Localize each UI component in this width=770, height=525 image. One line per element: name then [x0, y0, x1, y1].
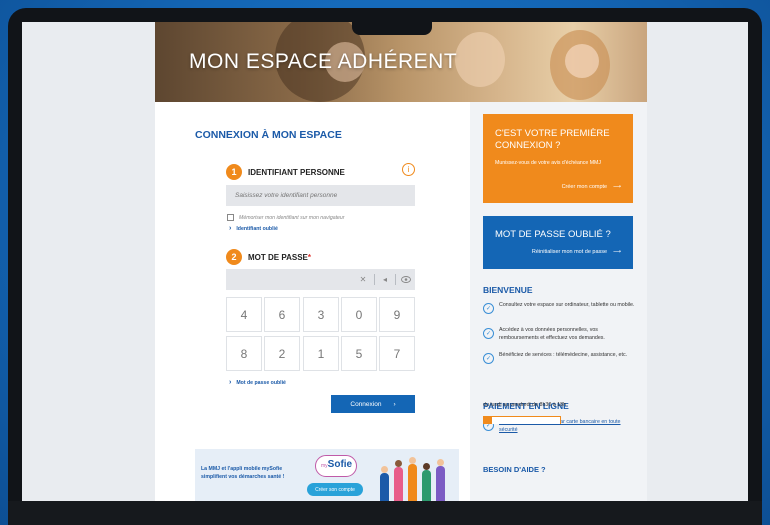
- step-1-badge: 1: [226, 164, 242, 180]
- forgot-id-link[interactable]: › Identifiant oublié: [229, 225, 278, 232]
- mysofie-promo-banner: La MMJ et l'appli mobile mySofie simplif…: [195, 449, 459, 501]
- arrow-right-icon: ⟶: [613, 249, 621, 255]
- first-login-card[interactable]: C'EST VOTRE PREMIÈRE CONNEXION ? Munisse…: [483, 114, 633, 203]
- hero-photo-shape: [455, 32, 505, 87]
- keypad-key[interactable]: 7: [379, 336, 415, 371]
- help-contact-tab[interactable]: [483, 416, 561, 424]
- reset-password-label: Réinitialiser mon mot de passe: [531, 249, 608, 255]
- illustration-person-head: [423, 463, 430, 470]
- eye-icon[interactable]: [396, 269, 416, 290]
- info-icon[interactable]: i: [402, 163, 415, 176]
- first-login-title: C'EST VOTRE PREMIÈRE CONNEXION ?: [495, 128, 610, 151]
- create-account-button[interactable]: Créer son compte: [307, 483, 363, 496]
- keypad-key[interactable]: 2: [264, 336, 300, 371]
- welcome-title: BIENVENUE: [483, 285, 533, 295]
- mysofie-logo: mySofie: [321, 459, 352, 470]
- keypad-key[interactable]: 0: [341, 297, 377, 332]
- forgot-id-link-label: Identifiant oublié: [236, 225, 278, 232]
- first-login-subtitle: Munissez-vous de votre avis d'échéance M…: [495, 160, 601, 166]
- login-button-label: Connexion: [350, 400, 382, 408]
- keypad-key[interactable]: 1: [303, 336, 339, 371]
- check-circle-icon: ✓: [483, 328, 494, 339]
- password-field[interactable]: ✕ ◂: [226, 269, 415, 290]
- reset-password-link[interactable]: Réinitialiser mon mot de passe ⟶: [532, 249, 621, 255]
- password-label: MOT DE PASSE*: [248, 253, 311, 262]
- check-circle-icon: ✓: [483, 353, 494, 364]
- illustration-person: [408, 464, 417, 501]
- promo-text: La MMJ et l'appli mobile mySofie simplif…: [201, 466, 285, 480]
- identifier-label: IDENTIFIANT PERSONNE: [248, 168, 345, 177]
- welcome-item: ✓ Consultez votre espace sur ordinateur,…: [483, 302, 635, 314]
- illustration-person: [422, 470, 431, 501]
- password-forgotten-card[interactable]: MOT DE PASSE OUBLIÉ ? Réinitialiser mon …: [483, 216, 633, 269]
- check-circle-icon: ✓: [483, 303, 494, 314]
- page-title: MON ESPACE ADHÉRENT: [189, 50, 458, 73]
- password-label-text: MOT DE PASSE: [248, 253, 308, 262]
- arrow-right-icon: ⟶: [613, 184, 621, 190]
- help-hours: du lundi au vendredi de 8h30 à 18h: [483, 402, 567, 408]
- sidebar: C'EST VOTRE PREMIÈRE CONNEXION ? Munisse…: [470, 102, 647, 501]
- remember-checkbox[interactable]: [227, 214, 234, 221]
- laptop-screen: MON ESPACE ADHÉRENT CONNEXION À MON ESPA…: [22, 22, 748, 501]
- logo-name: Sofie: [327, 459, 353, 470]
- welcome-item: ✓ Bénéficiez de services : télémédecine,…: [483, 352, 635, 364]
- help-title: BESOIN D'AIDE ?: [483, 465, 546, 474]
- create-my-account-label: Créer mon compte: [561, 184, 608, 190]
- clear-icon[interactable]: ✕: [353, 269, 373, 290]
- logo-prefix: my: [321, 463, 328, 469]
- keypad-key[interactable]: 4: [226, 297, 262, 332]
- backspace-icon[interactable]: ◂: [375, 269, 395, 290]
- chevron-right-icon: ›: [229, 379, 232, 386]
- keypad-key[interactable]: 9: [379, 297, 415, 332]
- chevron-right-icon: ›: [393, 400, 396, 408]
- keypad-key[interactable]: 3: [303, 297, 339, 332]
- welcome-item-text: Bénéficiez de services : télémédecine, a…: [499, 352, 628, 358]
- illustration-person: [394, 467, 403, 501]
- keypad-key[interactable]: 5: [341, 336, 377, 371]
- identifier-input[interactable]: [226, 185, 415, 206]
- welcome-item: ✓ Accédez à vos données personnelles, vo…: [483, 327, 635, 342]
- laptop-base: [8, 501, 762, 525]
- camera-notch: [352, 13, 432, 35]
- forgot-password-link[interactable]: › Mot de passe oublié: [229, 379, 286, 386]
- chevron-right-icon: ›: [229, 225, 232, 232]
- remember-label: Mémoriser mon identifiant sur mon naviga…: [239, 215, 345, 221]
- illustration-person-head: [381, 466, 388, 473]
- illustration-person-head: [437, 459, 444, 466]
- login-button[interactable]: Connexion ›: [331, 395, 415, 413]
- illustration-person-head: [395, 460, 402, 467]
- step-2-badge: 2: [226, 249, 242, 265]
- welcome-item-text: Accédez à vos données personnelles, vos …: [499, 327, 605, 341]
- member-portal-page: MON ESPACE ADHÉRENT CONNEXION À MON ESPA…: [155, 22, 647, 501]
- welcome-item-text: Consultez votre espace sur ordinateur, t…: [499, 302, 635, 308]
- create-my-account-link[interactable]: Créer mon compte ⟶: [562, 184, 621, 190]
- password-forgotten-title: MOT DE PASSE OUBLIÉ ?: [495, 229, 611, 240]
- illustration-person-head: [409, 457, 416, 464]
- login-section-title: CONNEXION À MON ESPACE: [195, 129, 342, 141]
- keypad-key[interactable]: 8: [226, 336, 262, 371]
- hero-photo-shape: [565, 44, 599, 78]
- required-mark: *: [307, 253, 311, 262]
- keypad-key[interactable]: 6: [264, 297, 300, 332]
- illustration-person: [380, 473, 389, 501]
- illustration-person: [436, 466, 445, 501]
- forgot-password-link-label: Mot de passe oublié: [236, 379, 286, 386]
